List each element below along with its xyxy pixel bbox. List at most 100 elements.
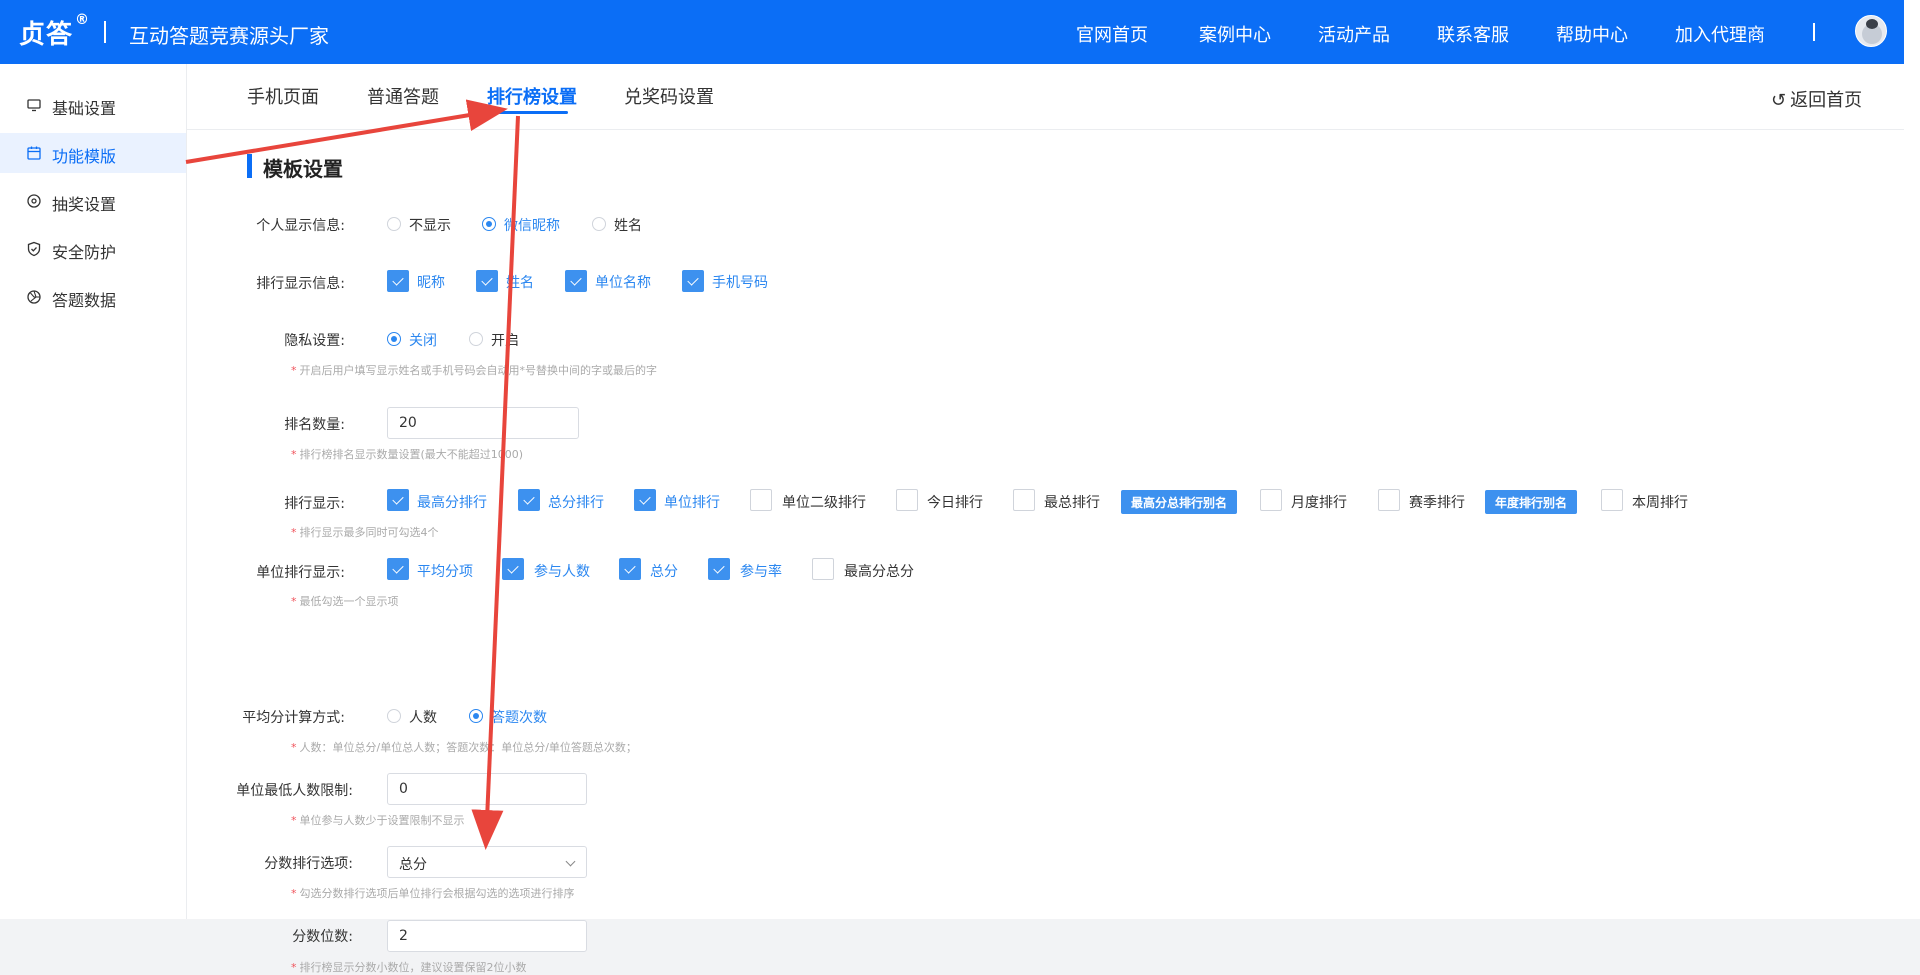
score-sort-select[interactable]: 总分 bbox=[387, 846, 587, 878]
nav-support[interactable]: 联系客服 bbox=[1437, 21, 1509, 47]
checkbox-total-score-rank[interactable] bbox=[518, 489, 540, 511]
decimals-input[interactable]: 2 bbox=[387, 920, 587, 952]
sidebar-item-answer-data[interactable]: 答题数据 bbox=[0, 277, 186, 317]
top-bar: 贞答 ® 互动答题竞赛源头厂家 官网首页 案例中心 活动产品 联系客服 帮助中心 … bbox=[0, 0, 1904, 64]
section-title: 模板设置 bbox=[263, 157, 343, 181]
radio-label: 答题次数 bbox=[491, 710, 547, 726]
nav-help[interactable]: 帮助中心 bbox=[1556, 21, 1628, 47]
decimals-hint: * 排行榜显示分数小数位，建议设置保留2位小数 bbox=[291, 961, 527, 974]
active-tab-indicator bbox=[488, 111, 568, 114]
radio-label: 关闭 bbox=[409, 333, 437, 349]
nav-products[interactable]: 活动产品 bbox=[1318, 21, 1390, 47]
checkbox-label: 总分排行 bbox=[548, 495, 604, 511]
settings-icon bbox=[27, 194, 41, 208]
privacy-label: 隐私设置: bbox=[284, 333, 345, 349]
top-score-alias-button[interactable]: 最高分总排行别名 bbox=[1121, 490, 1238, 514]
checkbox-label: 姓名 bbox=[506, 275, 534, 291]
nav-divider bbox=[1813, 23, 1815, 41]
radio-label: 姓名 bbox=[614, 218, 642, 234]
checkbox-season-rank[interactable] bbox=[1378, 489, 1400, 511]
avg-method-hint: * 人数：单位总分/单位总人数；答题次数：单位总分/单位答题总次数； bbox=[291, 741, 637, 754]
radio-label: 微信昵称 bbox=[504, 218, 560, 234]
scrollbar[interactable] bbox=[1904, 0, 1920, 919]
sidebar-item-function-template[interactable]: 功能模版 bbox=[0, 133, 186, 173]
calendar-icon bbox=[27, 146, 41, 160]
checkbox-unit-rank[interactable] bbox=[634, 489, 656, 511]
radio-personal-none[interactable] bbox=[387, 217, 401, 231]
annual-rank-alias-button[interactable]: 年度排行别名 bbox=[1485, 490, 1578, 514]
checkbox-unit-total[interactable] bbox=[619, 558, 641, 580]
score-sort-value: 总分 bbox=[399, 857, 427, 873]
rank-display-hint: * 排行显示最多同时可勾选4个 bbox=[291, 526, 439, 539]
checkbox-rank-name[interactable] bbox=[476, 270, 498, 292]
radio-label: 人数 bbox=[409, 710, 437, 726]
radio-avg-by-attempts[interactable] bbox=[469, 709, 483, 723]
radio-label: 不显示 bbox=[409, 218, 451, 234]
nav-home[interactable]: 官网首页 bbox=[1076, 21, 1148, 47]
checkbox-rank-unit[interactable] bbox=[565, 270, 587, 292]
checkbox-label: 昵称 bbox=[417, 275, 445, 291]
rank-count-input[interactable]: 20 bbox=[387, 407, 579, 439]
slogan: 互动答题竞赛源头厂家 bbox=[129, 24, 329, 48]
unit-rank-display-hint: * 最低勾选一个显示项 bbox=[291, 595, 399, 608]
checkbox-label: 参与人数 bbox=[534, 564, 590, 580]
checkbox-label: 月度排行 bbox=[1291, 495, 1347, 511]
sidebar-item-label: 功能模版 bbox=[52, 147, 117, 166]
radio-avg-by-people[interactable] bbox=[387, 709, 401, 723]
sidebar-item-label: 抽奖设置 bbox=[52, 195, 117, 214]
checkbox-monthly-rank[interactable] bbox=[1260, 489, 1282, 511]
checkbox-top-score-rank[interactable] bbox=[387, 489, 409, 511]
unit-min-input[interactable]: 0 bbox=[387, 773, 587, 805]
avg-method-label: 平均分计算方式: bbox=[242, 710, 345, 726]
checkbox-today-rank[interactable] bbox=[896, 489, 918, 511]
unit-min-hint: * 单位参与人数少于设置限制不显示 bbox=[291, 814, 465, 827]
checkbox-unit-rate[interactable] bbox=[708, 558, 730, 580]
decimals-label: 分数位数: bbox=[292, 929, 353, 945]
back-home-button[interactable]: ↺ 返回首页 bbox=[1771, 86, 1862, 112]
sidebar-item-basic[interactable]: 基础设置 bbox=[0, 85, 186, 125]
checkbox-unit-participants[interactable] bbox=[502, 558, 524, 580]
unit-rank-display-label: 单位排行显示: bbox=[256, 565, 345, 581]
checkbox-label: 单位名称 bbox=[595, 275, 651, 291]
checkbox-label: 赛季排行 bbox=[1409, 495, 1465, 511]
score-sort-label: 分数排行选项: bbox=[264, 856, 353, 872]
checkbox-unit-top-total[interactable] bbox=[812, 558, 834, 580]
unit-min-label: 单位最低人数限制: bbox=[236, 783, 353, 799]
checkbox-unit-level2-rank[interactable] bbox=[750, 489, 772, 511]
checkbox-overall-rank[interactable] bbox=[1013, 489, 1035, 511]
section-accent-bar bbox=[247, 154, 252, 178]
back-home-label: 返回首页 bbox=[1790, 90, 1863, 111]
sidebar-item-label: 基础设置 bbox=[52, 99, 117, 118]
checkbox-label: 单位二级排行 bbox=[782, 495, 866, 511]
checkbox-label: 最高分总分 bbox=[844, 564, 914, 580]
shield-icon bbox=[27, 241, 41, 257]
checkbox-label: 参与率 bbox=[740, 564, 782, 580]
checkbox-rank-nickname[interactable] bbox=[387, 270, 409, 292]
radio-personal-wechat[interactable] bbox=[482, 217, 496, 231]
sidebar-item-security[interactable]: 安全防护 bbox=[0, 229, 186, 269]
tab-bar: 手机页面 普通答题 排行榜设置 兑奖码设置 ↺ 返回首页 bbox=[187, 64, 1905, 130]
checkbox-label: 总分 bbox=[650, 564, 678, 580]
sidebar-item-lottery[interactable]: 抽奖设置 bbox=[0, 181, 186, 221]
checkbox-label: 最总排行 bbox=[1044, 495, 1100, 511]
radio-personal-name[interactable] bbox=[592, 217, 606, 231]
radio-privacy-off[interactable] bbox=[387, 332, 401, 346]
radio-label: 开启 bbox=[491, 333, 519, 349]
checkbox-unit-avg[interactable] bbox=[387, 558, 409, 580]
tab-mobile-page[interactable]: 手机页面 bbox=[247, 83, 319, 109]
nav-agent[interactable]: 加入代理商 bbox=[1675, 21, 1765, 47]
nav-cases[interactable]: 案例中心 bbox=[1199, 21, 1271, 47]
checkbox-label: 单位排行 bbox=[664, 495, 720, 511]
radio-privacy-on[interactable] bbox=[469, 332, 483, 346]
tab-leaderboard-settings[interactable]: 排行榜设置 bbox=[487, 83, 577, 109]
checkbox-weekly-rank[interactable] bbox=[1601, 489, 1623, 511]
logo[interactable]: 贞答 ® bbox=[19, 12, 90, 51]
checkbox-rank-phone[interactable] bbox=[682, 270, 704, 292]
logo-divider bbox=[104, 21, 106, 43]
tab-redeem-code-settings[interactable]: 兑奖码设置 bbox=[624, 83, 714, 109]
sidebar: 基础设置 功能模版 抽奖设置 安全防护 答题数据 bbox=[0, 64, 186, 919]
tab-normal-quiz[interactable]: 普通答题 bbox=[367, 83, 439, 109]
checkbox-label: 手机号码 bbox=[712, 275, 768, 291]
checkbox-label: 最高分排行 bbox=[417, 495, 487, 511]
avatar[interactable] bbox=[1855, 15, 1887, 47]
